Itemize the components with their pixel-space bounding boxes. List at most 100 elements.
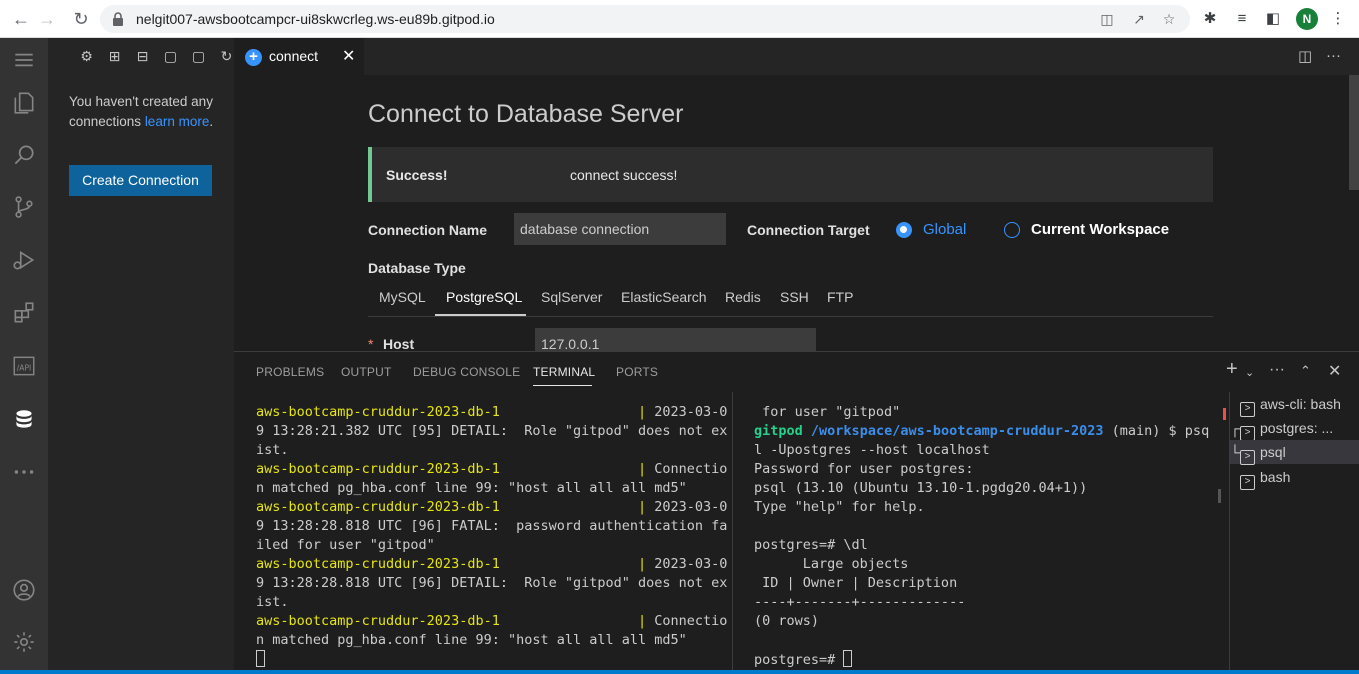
forward-icon[interactable]: → [36, 8, 58, 30]
editor-scrollbar[interactable] [1349, 75, 1359, 190]
tab-search-icon[interactable]: ◫ [1098, 10, 1116, 28]
panel-tab-problems[interactable]: PROBLEMS [256, 365, 324, 379]
media-queue-icon[interactable]: ≡ [1232, 9, 1252, 29]
side-panel-icon[interactable]: ◧ [1263, 9, 1283, 29]
close-panel-icon[interactable]: ✕ [1328, 361, 1341, 381]
global-radio-label[interactable]: Global [923, 221, 966, 238]
terminal-text: Connectio [646, 613, 728, 629]
address-bar[interactable]: nelgit007-awsbootcampcr-ui8skwcrleg.ws-e… [100, 5, 1190, 33]
bookmark-star-icon[interactable]: ☆ [1160, 10, 1178, 28]
terminal-line: (0 rows) [754, 612, 1209, 631]
terminal-line: for user "gitpod" [754, 403, 1209, 422]
db-tab-postgresql[interactable]: PostgreSQL [446, 289, 522, 305]
explorer-icon[interactable] [8, 87, 40, 119]
terminal-text: gitpod [754, 423, 803, 439]
browser-menu-icon[interactable]: ⋮ [1328, 9, 1348, 29]
connection-tree-icon[interactable]: ⊞ [106, 48, 123, 65]
terminal-text: aws-bootcamp-cruddur-2023-db-1 [256, 613, 500, 629]
import-file-icon[interactable]: ▢ [162, 48, 179, 65]
accounts-icon[interactable] [8, 574, 40, 606]
editor-more-icon[interactable]: ··· [1326, 47, 1341, 64]
source-control-icon[interactable] [8, 191, 40, 223]
extensions-icon[interactable]: ✱ [1200, 9, 1220, 29]
terminal-right-output[interactable]: for user "gitpod" gitpod /workspace/aws-b… [754, 403, 1209, 669]
connection-name-input[interactable] [514, 213, 726, 245]
more-views-icon[interactable] [8, 456, 40, 488]
refresh-icon[interactable]: ↻ [218, 48, 235, 65]
terminal-text: n matched pg_hba.conf line 99: "host all… [256, 480, 687, 496]
extensions-view-icon[interactable] [8, 297, 40, 329]
terminal-line: ID | Owner | Description [754, 574, 1209, 593]
terminal-line: psql (13.10 (Ubuntu 13.10-1.pgdg20.04+1)… [754, 479, 1209, 498]
terminal-text: postgres=# \dl [754, 537, 868, 553]
terminal-item-aws-cli[interactable]: > aws-cli: bash [1230, 392, 1359, 417]
tab-connect[interactable]: + connect ✕ [234, 38, 364, 75]
terminal-line: aws-bootcamp-cruddur-2023-db-1 | Connect… [256, 460, 727, 479]
db-tab-redis[interactable]: Redis [725, 289, 761, 305]
panel-tab-debug-console[interactable]: DEBUG CONSOLE [413, 365, 520, 379]
split-editor-icon[interactable]: ◫ [1298, 47, 1312, 65]
terminal-line: postgres=# [754, 650, 1209, 669]
terminal-text: | [638, 499, 647, 515]
terminal-line: gitpod /workspace/aws-bootcamp-cruddur-2… [754, 422, 1209, 441]
db-tab-ftp[interactable]: FTP [827, 289, 853, 305]
terminal-line: aws-bootcamp-cruddur-2023-db-1 | 2023-03… [256, 555, 727, 574]
terminal-item-label: psql [1260, 444, 1286, 460]
api-icon[interactable]: /API [8, 350, 40, 382]
settings-gear-icon[interactable] [8, 626, 40, 658]
run-debug-icon[interactable] [8, 244, 40, 276]
tree-prefix: └ [1230, 444, 1240, 460]
terminal-text: psql (13.10 (Ubuntu 13.10-1.pgdg20.04+1)… [754, 480, 1088, 496]
share-icon[interactable]: ↗ [1130, 10, 1148, 28]
terminal-line: ist. [256, 593, 727, 612]
create-connection-button[interactable]: Create Connection [69, 165, 212, 196]
db-tab-elasticsearch[interactable]: ElasticSearch [621, 289, 707, 305]
terminal-text: aws-bootcamp-cruddur-2023-db-1 [256, 404, 500, 420]
learn-more-link[interactable]: learn more [145, 114, 210, 129]
alert-message: connect success! [570, 167, 678, 183]
terminal-icon: > [1240, 402, 1255, 417]
back-icon[interactable]: ← [10, 8, 32, 30]
terminal-scroll-marker [1218, 489, 1221, 503]
database-icon[interactable] [8, 404, 40, 436]
terminal-split-divider[interactable] [732, 392, 733, 670]
reload-icon[interactable]: ↻ [70, 8, 92, 30]
terminal-text: | [638, 461, 647, 477]
current-workspace-radio-label[interactable]: Current Workspace [1031, 221, 1169, 238]
alert-title: Success! [386, 167, 448, 183]
terminal-line: aws-bootcamp-cruddur-2023-db-1 | 2023-03… [256, 403, 727, 422]
terminal-item-postgres[interactable]: ┌ > postgres: ... [1230, 416, 1359, 441]
terminal-line: iled for user "gitpod" [256, 536, 727, 555]
terminal-text: 2023-03-0 [646, 556, 728, 572]
panel-tab-output[interactable]: OUTPUT [341, 365, 392, 379]
group-icon[interactable]: ⊟ [134, 48, 151, 65]
settings-icon[interactable]: ⚙ [78, 48, 95, 65]
close-icon[interactable]: ✕ [342, 46, 355, 66]
terminal-item-psql[interactable]: └ > psql [1230, 440, 1359, 465]
db-tab-mysql[interactable]: MySQL [379, 289, 426, 305]
required-marker: * [368, 336, 374, 351]
tab-label: connect [269, 48, 319, 64]
global-radio[interactable] [896, 222, 912, 238]
menu-icon[interactable] [8, 44, 40, 76]
current-workspace-radio[interactable] [1004, 222, 1020, 238]
panel-tab-indicator [533, 385, 592, 386]
new-terminal-icon[interactable]: + [1226, 358, 1238, 381]
profile-avatar[interactable]: N [1296, 8, 1318, 30]
export-file-icon[interactable]: ▢ [190, 48, 207, 65]
terminal-dropdown-icon[interactable]: ⌄ [1245, 366, 1254, 379]
db-tab-ssh[interactable]: SSH [780, 289, 809, 305]
panel-tab-terminal[interactable]: TERMINAL [533, 365, 595, 379]
maximize-panel-icon[interactable]: ⌃ [1300, 363, 1311, 379]
host-input[interactable] [535, 328, 816, 351]
panel-tab-ports[interactable]: PORTS [616, 365, 658, 379]
search-icon[interactable] [8, 139, 40, 171]
db-tab-sqlserver[interactable]: SqlServer [541, 289, 602, 305]
panel-more-icon[interactable]: ··· [1269, 361, 1285, 379]
terminal-item-bash[interactable]: > bash [1230, 465, 1359, 490]
terminal-left-output[interactable]: aws-bootcamp-cruddur-2023-db-1 | 2023-03… [256, 403, 727, 669]
connection-target-label: Connection Target [747, 222, 870, 238]
terminal-item-label: bash [1260, 469, 1291, 485]
